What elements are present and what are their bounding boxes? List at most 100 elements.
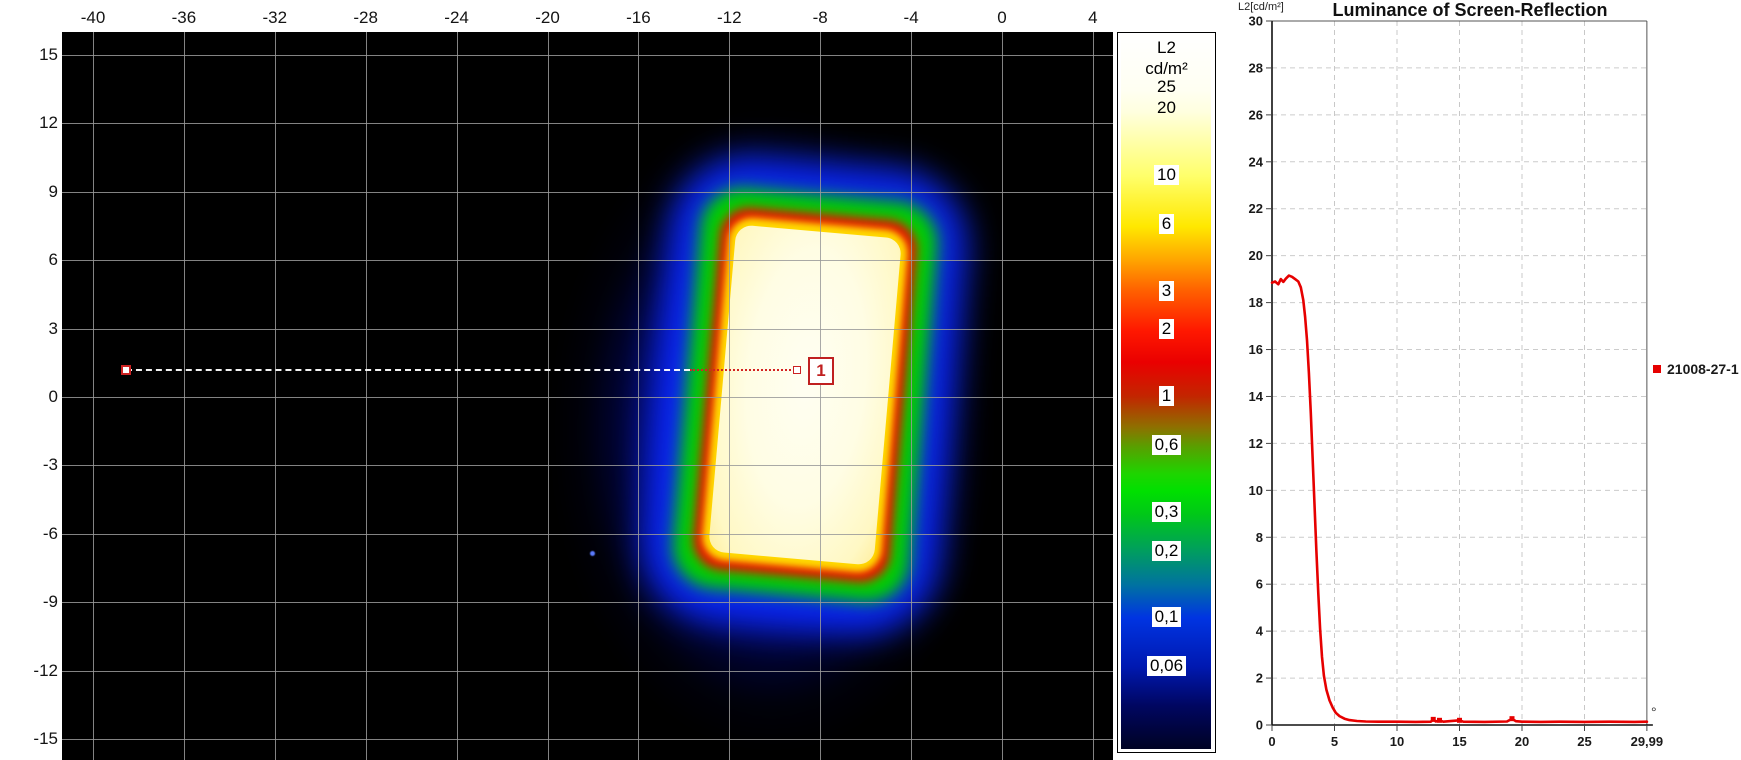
- x-tick-label: -28: [353, 8, 378, 27]
- gridline-vertical: [1002, 32, 1003, 760]
- curve-marker: [1509, 716, 1515, 722]
- y-tick-label: 28: [1249, 60, 1263, 75]
- gridline-vertical: [729, 32, 731, 760]
- gridline-vertical: [274, 32, 276, 760]
- colorbar-tick-label: 10: [1118, 164, 1215, 185]
- x-tick-label: 5: [1331, 734, 1338, 749]
- y-tick-label: 14: [1249, 389, 1264, 404]
- measure-point-label: 1: [808, 357, 834, 385]
- y-tick-label: 20: [1249, 248, 1263, 263]
- gridline-vertical: [547, 32, 549, 760]
- colorbar-tick-label: 1: [1118, 386, 1215, 406]
- y-tick-label: 0: [1256, 718, 1263, 733]
- x-tick-label: 0: [1268, 734, 1275, 749]
- line-chart-x-unit: °: [1651, 704, 1657, 720]
- x-tick-label: 0: [997, 8, 1007, 27]
- measurement-viewer: -40 -36 -32 -28 -24 -20 -16 -12 -8 -4 0 4 15 12 9 6 3 0-…: [0, 0, 1741, 760]
- y-tick-label: 22: [1249, 201, 1263, 216]
- y-tick-label: -9: [42, 592, 58, 612]
- measure-line-dashed: [126, 369, 690, 371]
- gridline-vertical: [93, 32, 94, 760]
- y-tick-label: 9: [48, 181, 58, 201]
- gridline-vertical: [638, 32, 640, 760]
- x-tick-label: -8: [812, 8, 828, 27]
- stray-light-dot: [590, 551, 595, 556]
- legend-marker-icon: [1653, 365, 1661, 373]
- gridline-vertical: [1092, 32, 1094, 760]
- x-tick-label: -32: [262, 8, 288, 27]
- gridline-vertical: [456, 32, 458, 760]
- y-tick-label: 2: [1256, 671, 1263, 686]
- colorbar-tick-label: 0,3: [1118, 501, 1215, 522]
- y-tick-label: 0: [48, 387, 58, 406]
- gridline-vertical: [820, 32, 822, 760]
- colorbar-tick-label: 0,6: [1118, 435, 1215, 456]
- colorbar-tick-label: 20: [1157, 98, 1176, 118]
- colorbar-tick-label: 3: [1118, 280, 1215, 301]
- heatmap-plot: 1: [62, 32, 1113, 760]
- x-tick-label: -12: [717, 8, 742, 27]
- colorbar-tick-label: 2: [1118, 319, 1215, 340]
- x-tick-label: 15: [1452, 734, 1466, 749]
- curve-marker: [1437, 717, 1442, 723]
- y-tick-label: 18: [1249, 295, 1263, 310]
- gridline-horizontal: [62, 533, 1113, 535]
- x-tick-label: 20: [1515, 734, 1529, 749]
- y-tick-label: -6: [42, 523, 58, 543]
- gridline-horizontal: [62, 739, 1113, 740]
- y-tick-label: -15: [33, 729, 58, 748]
- y-tick-label: 12: [39, 113, 58, 133]
- colorbar-tick-label: 25: [1157, 76, 1176, 96]
- y-tick-label: -12: [33, 660, 58, 680]
- y-tick-label: 6: [48, 250, 58, 270]
- y-tick-label: 16: [1249, 342, 1263, 357]
- measure-end-marker: [793, 366, 801, 374]
- gridline-horizontal: [62, 55, 1113, 56]
- x-tick-label: -36: [171, 8, 197, 27]
- gridline-horizontal: [62, 328, 1113, 330]
- y-tick-label: 30: [1249, 14, 1263, 29]
- measure-start-marker: [121, 365, 131, 375]
- x-tick-label: -24: [444, 8, 469, 27]
- gridline-vertical: [911, 32, 913, 760]
- x-tick-label: -40: [80, 8, 106, 27]
- curve-marker: [1457, 717, 1462, 723]
- colorbar-title: L2 cd/m²: [1118, 37, 1215, 79]
- y-tick-label: 24: [1249, 154, 1264, 169]
- curve-marker: [1430, 716, 1436, 722]
- gridline-horizontal: [62, 670, 1113, 672]
- line-chart-title: Luminance of Screen-Reflection: [1332, 0, 1608, 20]
- x-tick-label: 29,99: [1631, 734, 1664, 749]
- y-tick-label: 3: [48, 318, 58, 338]
- x-tick-label: 10: [1390, 734, 1404, 749]
- y-tick-label: 8: [1256, 530, 1263, 545]
- gridline-vertical: [365, 32, 367, 760]
- colorbar-tick-label: 0,06: [1118, 656, 1215, 677]
- y-tick-label: 15: [39, 45, 58, 64]
- y-tick-label: -3: [42, 455, 58, 475]
- gridline-horizontal: [62, 397, 1113, 398]
- gridline-horizontal: [62, 191, 1113, 193]
- y-tick-label: 12: [1249, 436, 1263, 451]
- colorbar-title-unit: cd/m²: [1145, 59, 1188, 78]
- y-tick-label: 26: [1249, 107, 1263, 122]
- x-tick-label: -20: [535, 8, 560, 27]
- gridline-horizontal: [62, 602, 1113, 604]
- colorbar-tick-label: 0,2: [1118, 540, 1215, 561]
- colorbar-panel: L2 cd/m² 25 20 10 6 3 2 1 0,6 0,3 0,2 0,1 0,06: [1117, 32, 1216, 753]
- gridline-horizontal: [62, 123, 1113, 125]
- y-tick-label: 4: [1256, 624, 1264, 639]
- legend-series-label: 21008-27-1: [1667, 361, 1739, 377]
- x-tick-label: 4: [1088, 8, 1098, 27]
- line-chart-plot: 3028262422201816141210864200 5 10 15 20 25 29,…: [1249, 14, 1664, 750]
- x-tick-label: 25: [1577, 734, 1591, 749]
- gridline-horizontal: [62, 260, 1113, 262]
- measure-line-dotted: [690, 369, 795, 371]
- x-tick-label: -16: [626, 8, 651, 27]
- gridline-vertical: [183, 32, 185, 760]
- line-chart-legend: 21008-27-1: [1653, 361, 1739, 377]
- y-tick-label: 6: [1256, 577, 1263, 592]
- colorbar-tick-label: 0,1: [1118, 607, 1215, 628]
- gridline-horizontal: [62, 465, 1113, 467]
- y-tick-label: 10: [1249, 483, 1263, 498]
